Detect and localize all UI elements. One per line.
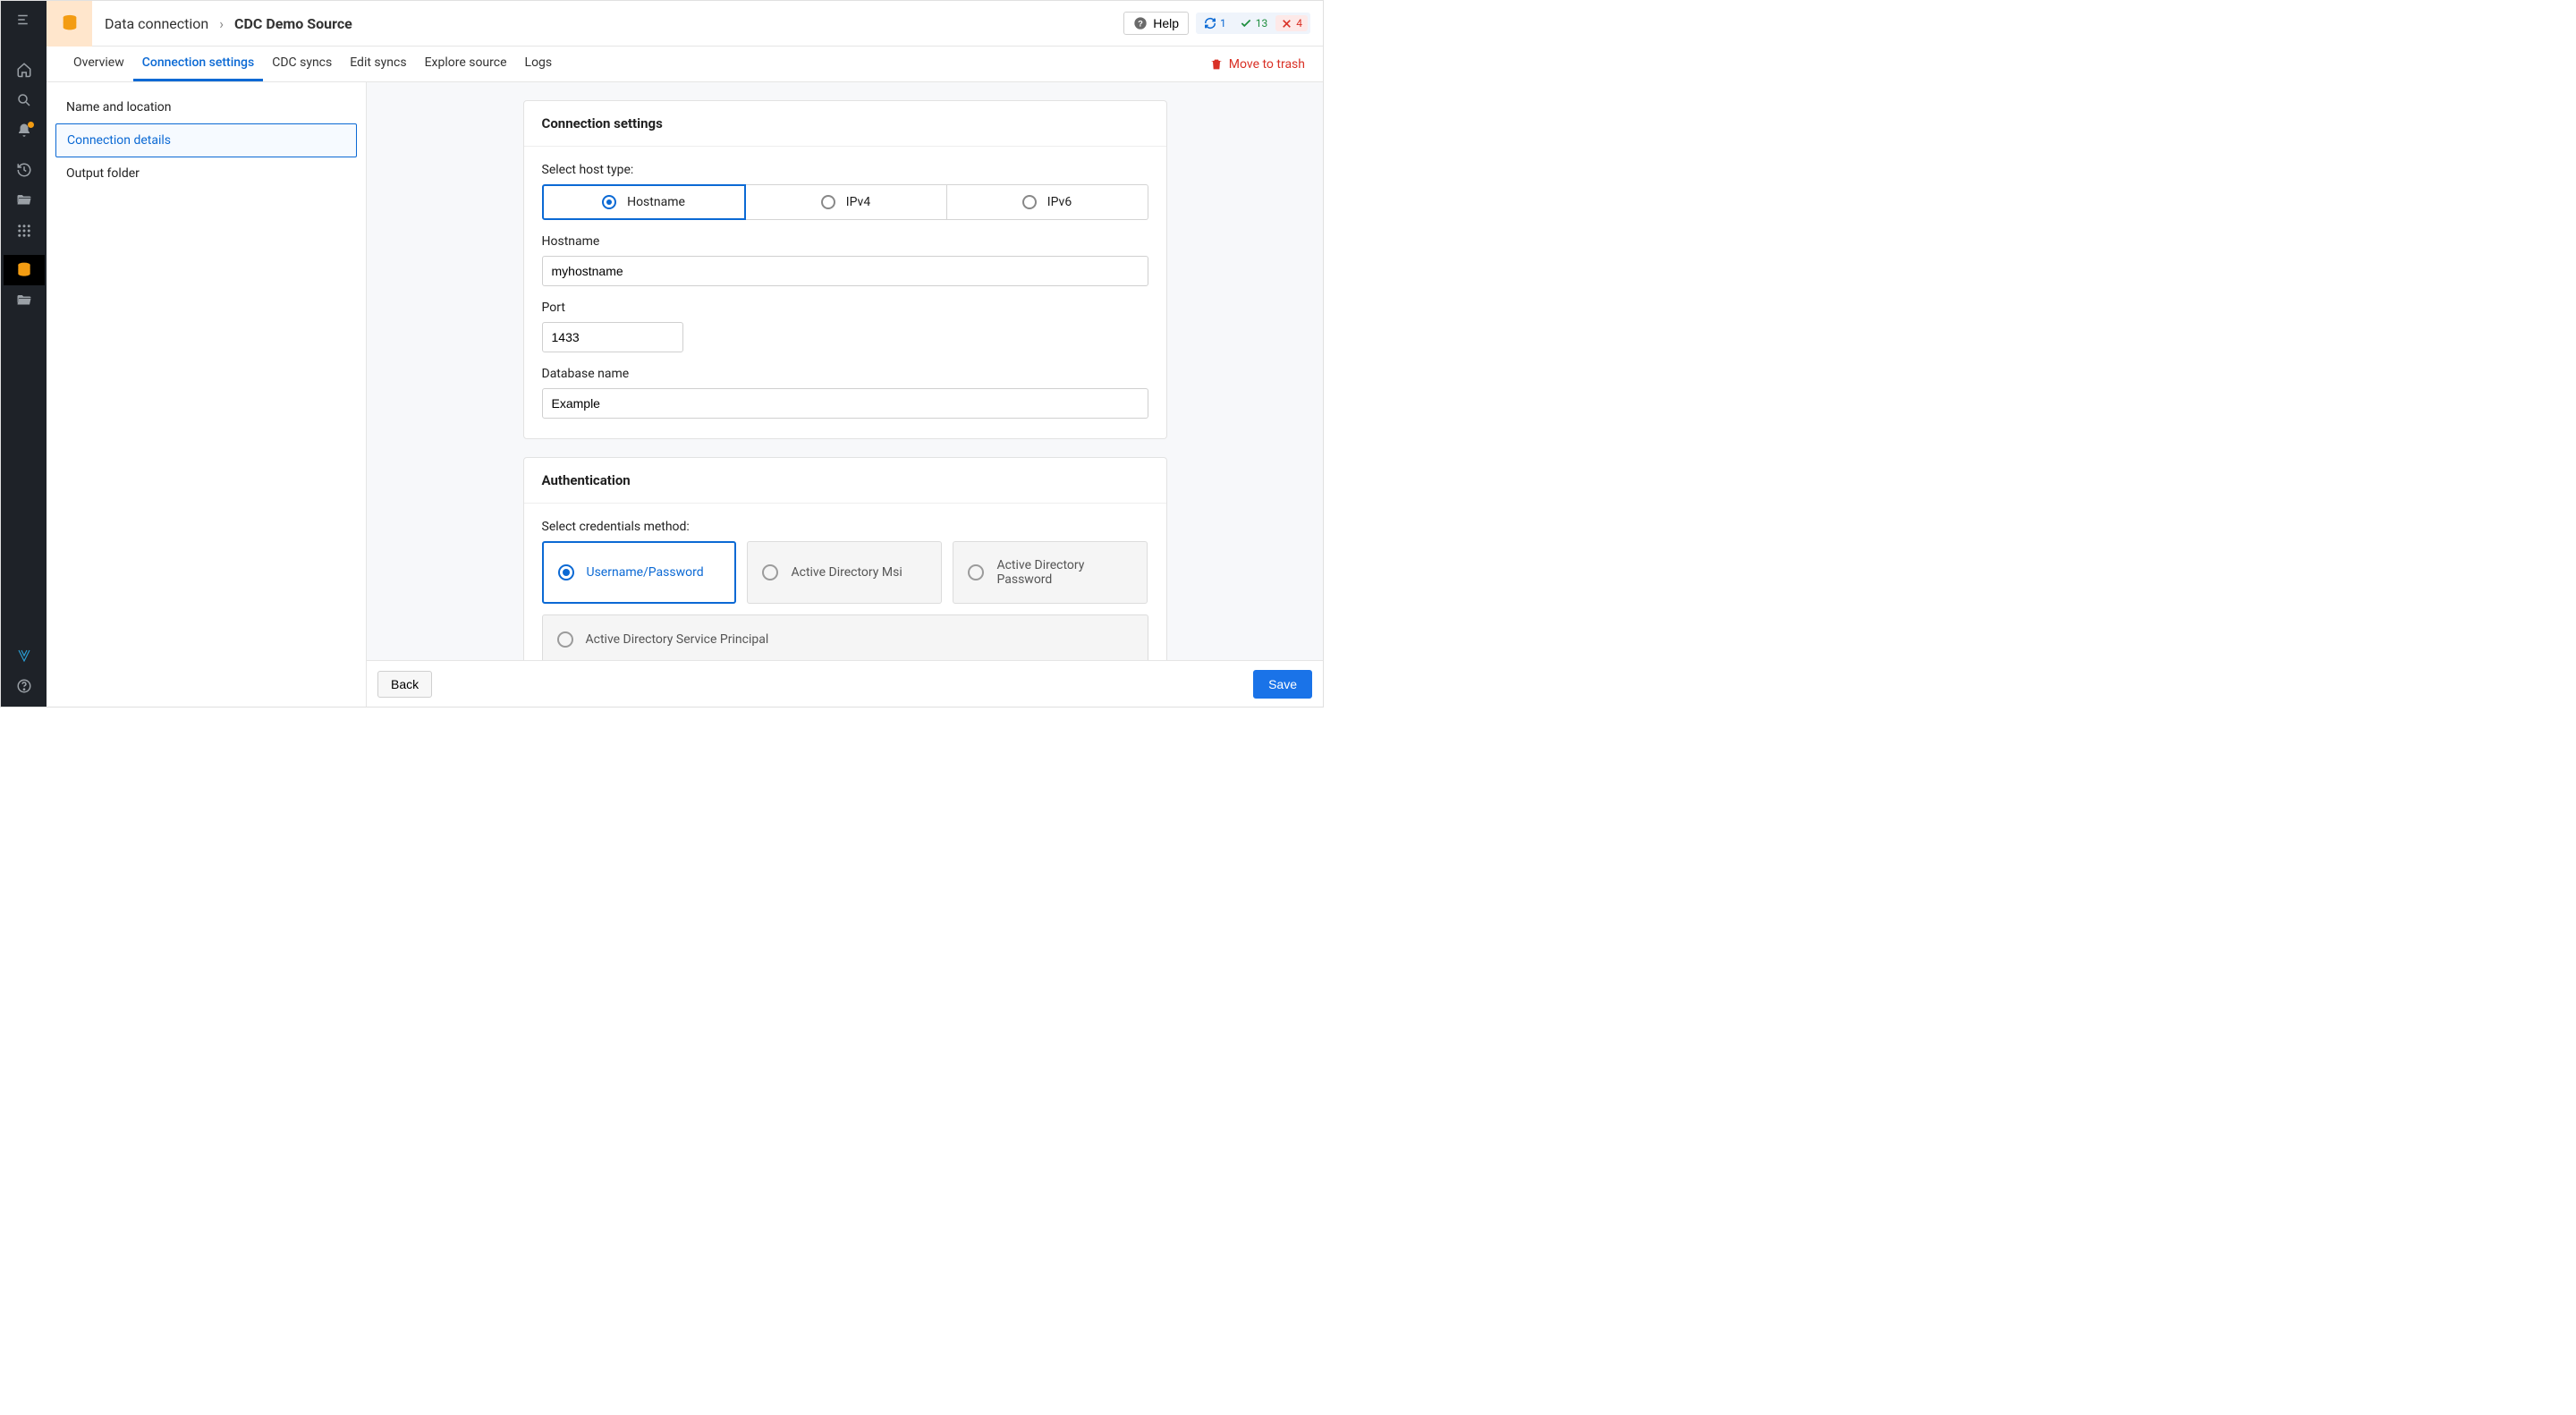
- authentication-panel: Authentication Select credentials method…: [523, 457, 1167, 660]
- folder-star-icon[interactable]: [4, 285, 45, 316]
- chevron-right-icon: ›: [219, 15, 224, 32]
- settings-sidebar: Name and location Connection details Out…: [47, 82, 367, 707]
- hostname-input[interactable]: [542, 256, 1148, 286]
- footer: Back Save: [367, 660, 1323, 707]
- notification-dot: [28, 122, 34, 128]
- tab-connection-settings[interactable]: Connection settings: [133, 47, 263, 81]
- database-input[interactable]: [542, 388, 1148, 419]
- auth-ad-service-principal[interactable]: Active Directory Service Principal: [542, 614, 1148, 660]
- tab-overview[interactable]: Overview: [64, 47, 133, 81]
- auth-ad-password[interactable]: Active Directory Password: [953, 541, 1148, 604]
- save-button[interactable]: Save: [1253, 670, 1312, 699]
- host-type-ipv6[interactable]: IPv6: [947, 184, 1148, 220]
- sync-pill[interactable]: 1: [1199, 15, 1232, 31]
- side-name-location[interactable]: Name and location: [55, 91, 357, 123]
- search-icon[interactable]: [4, 85, 45, 115]
- port-label: Port: [542, 301, 1148, 315]
- auth-userpass[interactable]: Username/Password: [542, 541, 737, 604]
- page-header: Data connection › CDC Demo Source ? Help…: [47, 1, 1323, 47]
- breadcrumb-current: CDC Demo Source: [234, 15, 352, 32]
- ok-pill[interactable]: 13: [1234, 15, 1274, 31]
- radio-icon: [557, 631, 573, 648]
- hostname-label: Hostname: [542, 234, 1148, 249]
- move-to-trash-button[interactable]: Move to trash: [1209, 47, 1305, 81]
- radio-icon: [1022, 195, 1037, 209]
- ok-count: 13: [1256, 17, 1268, 30]
- breadcrumb-root[interactable]: Data connection: [105, 15, 208, 32]
- radio-icon: [821, 195, 835, 209]
- breadcrumb: Data connection › CDC Demo Source: [92, 15, 352, 32]
- host-type-hostname[interactable]: Hostname: [542, 184, 746, 220]
- tab-explore-source[interactable]: Explore source: [416, 47, 516, 81]
- folder-open-icon[interactable]: [4, 185, 45, 216]
- history-icon[interactable]: [4, 155, 45, 185]
- status-pill-group: 1 13 4: [1196, 13, 1310, 34]
- help-label: Help: [1153, 16, 1179, 30]
- sync-count: 1: [1220, 17, 1226, 30]
- tab-edit-syncs[interactable]: Edit syncs: [341, 47, 415, 81]
- help-icon[interactable]: [4, 671, 45, 701]
- radio-icon: [558, 564, 574, 580]
- help-button[interactable]: ? Help: [1123, 12, 1189, 35]
- apps-icon[interactable]: [4, 216, 45, 246]
- tab-logs[interactable]: Logs: [516, 47, 562, 81]
- back-button[interactable]: Back: [377, 671, 432, 698]
- home-icon[interactable]: [4, 55, 45, 85]
- context-database-icon: [47, 1, 92, 47]
- auth-options: Username/Password Active Directory Msi A…: [542, 541, 1148, 660]
- host-type-group: Hostname IPv4 IPv6: [542, 184, 1148, 220]
- tab-cdc-syncs[interactable]: CDC syncs: [263, 47, 341, 81]
- database-label: Database name: [542, 367, 1148, 381]
- host-type-ipv4[interactable]: IPv4: [746, 184, 947, 220]
- trash-label: Move to trash: [1229, 57, 1305, 72]
- host-type-label: Select host type:: [542, 163, 1148, 177]
- database-icon[interactable]: [4, 255, 45, 285]
- connection-settings-panel: Connection settings Select host type: Ho…: [523, 100, 1167, 439]
- auth-ad-msi[interactable]: Active Directory Msi: [747, 541, 942, 604]
- svg-text:?: ?: [1138, 19, 1143, 28]
- radio-icon: [762, 564, 778, 580]
- credentials-method-label: Select credentials method:: [542, 520, 1148, 534]
- radio-icon: [602, 195, 616, 209]
- connection-settings-title: Connection settings: [524, 101, 1166, 147]
- radio-icon: [968, 564, 984, 580]
- bell-icon[interactable]: [4, 115, 45, 146]
- port-input[interactable]: [542, 322, 683, 352]
- logo-icon[interactable]: [4, 640, 45, 671]
- err-count: 4: [1296, 17, 1302, 30]
- authentication-title: Authentication: [524, 458, 1166, 504]
- side-output-folder[interactable]: Output folder: [55, 157, 357, 190]
- tabs: Overview Connection settings CDC syncs E…: [47, 47, 1323, 82]
- left-rail: [1, 1, 47, 707]
- side-connection-details[interactable]: Connection details: [55, 123, 357, 157]
- err-pill[interactable]: 4: [1275, 15, 1308, 31]
- menu-icon[interactable]: [4, 4, 45, 35]
